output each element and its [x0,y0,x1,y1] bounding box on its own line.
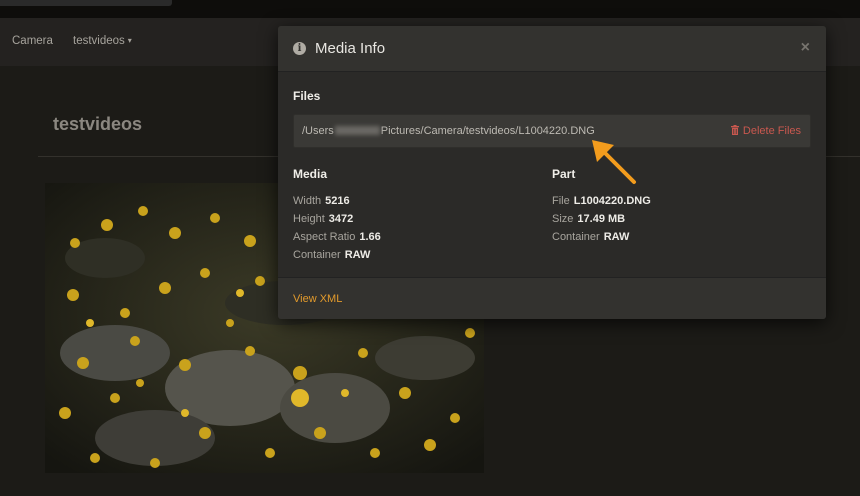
file-path: /Users Pictures/Camera/testvideos/L100422… [302,125,595,137]
media-height-value: 3472 [328,213,354,225]
media-height-row: Height 3472 [293,213,353,225]
part-file-key: File [552,195,570,207]
view-xml-link[interactable]: View XML [293,293,342,305]
media-container-key: Container [293,249,341,261]
dialog-header: i Media Info × [278,26,826,72]
media-width-row: Width 5216 [293,195,350,207]
chevron-down-icon: ▾ [127,36,132,45]
media-width-key: Width [293,195,322,207]
part-file-row: File L1004220.DNG [552,195,651,207]
part-size-value: 17.49 MB [577,213,626,225]
part-file-value: L1004220.DNG [573,195,651,207]
path-prefix: /Users [302,125,334,137]
info-icon: i [293,42,306,55]
media-info-dialog: i Media Info × Files /Users Pictures/Came… [278,26,826,319]
media-container-value: RAW [344,249,371,261]
media-aspect-key: Aspect Ratio [293,231,356,243]
page-title: testvideos [53,114,143,134]
part-size-key: Size [552,213,574,225]
redacted-username [334,126,380,135]
part-heading: Part [552,167,576,181]
search-field[interactable] [0,0,172,6]
part-container-key: Container [552,231,600,243]
media-container-row: Container RAW [293,249,370,261]
media-aspect-value: 1.66 [359,231,381,243]
files-heading: Files [293,89,321,103]
breadcrumb-library-dropdown[interactable]: testvideos ▾ [73,35,132,47]
dialog-title: Media Info [315,40,386,57]
delete-files-button[interactable]: Delete Files [730,125,801,137]
media-width-value: 5216 [325,195,350,207]
media-aspect-row: Aspect Ratio 1.66 [293,231,381,243]
annotation-arrow-icon [592,140,636,184]
delete-files-label: Delete Files [742,125,801,137]
part-container-value: RAW [603,231,630,243]
dialog-footer: View XML [278,277,826,319]
file-path-row: /Users Pictures/Camera/testvideos/L100422… [293,114,811,148]
breadcrumb-library-label: testvideos [73,35,125,47]
close-icon[interactable]: × [801,39,810,57]
breadcrumb-camera[interactable]: Camera [12,35,53,47]
part-size-row: Size 17.49 MB [552,213,625,225]
path-suffix: Pictures/Camera/testvideos/L1004220.DNG [380,125,595,137]
trash-icon [730,125,739,135]
part-container-row: Container RAW [552,231,629,243]
top-bar [0,0,860,18]
media-heading: Media [293,167,328,181]
media-height-key: Height [293,213,325,225]
